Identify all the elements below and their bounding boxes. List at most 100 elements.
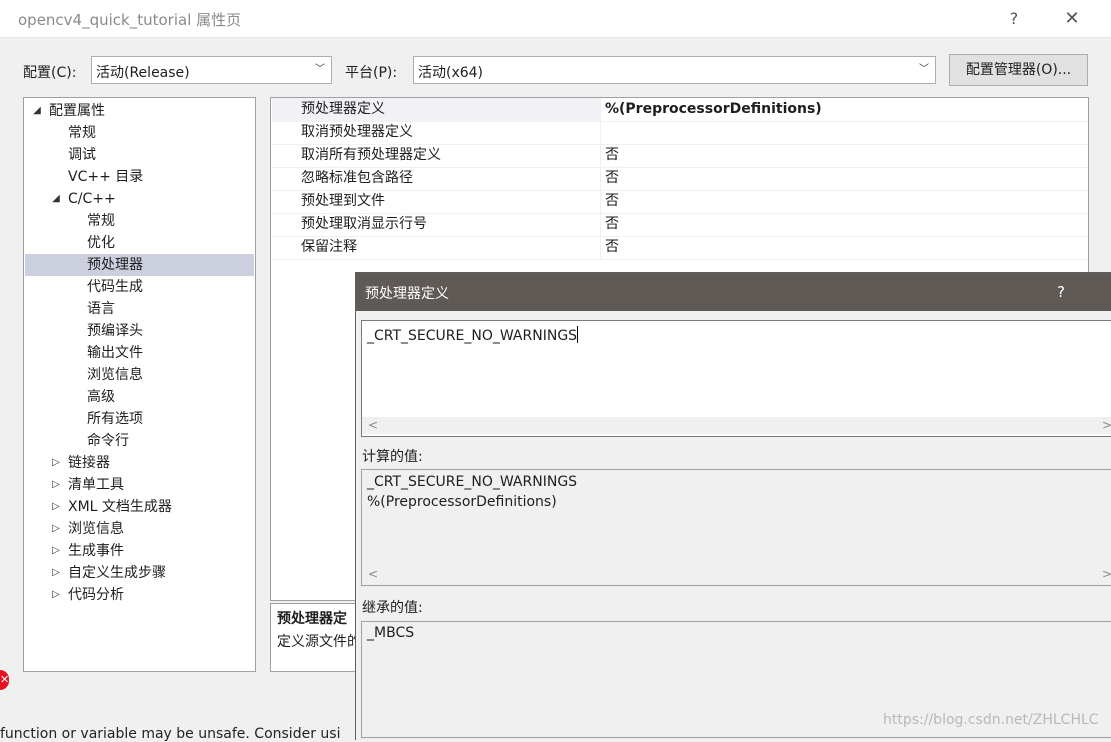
inherited-value-line: _MBCS <box>367 625 415 641</box>
tree-item[interactable]: 代码生成 <box>25 276 254 298</box>
scroll-left-icon[interactable]: < <box>368 417 378 434</box>
tree-item[interactable]: 预编译头 <box>25 320 254 342</box>
chevron-down-icon: ﹀ <box>919 64 929 75</box>
collapsed-arrow-icon[interactable]: ▷ <box>49 452 63 474</box>
collapsed-arrow-icon[interactable]: ▷ <box>49 496 63 518</box>
expanded-arrow-icon[interactable]: ◢ <box>49 188 63 210</box>
tree-item[interactable]: 预处理器 <box>25 254 254 276</box>
tree-item-label: 浏览信息 <box>68 521 124 537</box>
property-name: 预处理器定义 <box>272 98 601 121</box>
tree-item[interactable]: ▷ XML 文档生成器 <box>25 496 254 518</box>
chevron-down-icon: ﹀ <box>315 64 325 75</box>
collapsed-arrow-icon[interactable]: ▷ <box>49 584 63 606</box>
scroll-right-icon[interactable]: > <box>1102 566 1111 583</box>
tree-item-label: 高级 <box>87 389 115 405</box>
tree-item-label: 语言 <box>87 301 115 317</box>
property-row[interactable]: 预处理器定义 %(PreprocessorDefinitions) <box>272 98 1088 122</box>
property-row[interactable]: 忽略标准包含路径否 <box>272 167 1088 191</box>
expanded-arrow-icon[interactable]: ◢ <box>30 100 44 122</box>
tree-item-label: 自定义生成步骤 <box>68 565 166 581</box>
calculated-values-box: _CRT_SECURE_NO_WARNINGS %(PreprocessorDe… <box>361 469 1111 586</box>
tree-item-label: 配置属性 <box>49 103 105 119</box>
collapsed-arrow-icon[interactable]: ▷ <box>49 562 63 584</box>
tree-item[interactable]: ▷ 浏览信息 <box>25 518 254 540</box>
error-icon: ✕ <box>0 670 9 690</box>
tree-item[interactable]: ▷ 链接器 <box>25 452 254 474</box>
calculated-values-label: 计算的值: <box>362 449 423 465</box>
collapsed-arrow-icon[interactable]: ▷ <box>49 518 63 540</box>
tree-item[interactable]: 调试 <box>25 144 254 166</box>
dialog-help-button[interactable]: ? <box>1049 281 1073 303</box>
tree-item[interactable]: ▷ 清单工具 <box>25 474 254 496</box>
tree-item[interactable]: 命令行 <box>25 430 254 452</box>
dialog-title: 预处理器定义 <box>365 286 449 302</box>
property-row[interactable]: 预处理到文件否 <box>272 190 1088 214</box>
tree-item-label: VC++ 目录 <box>68 169 144 185</box>
tree-item[interactable]: VC++ 目录 <box>25 166 254 188</box>
text-caret <box>577 326 579 343</box>
property-name: 忽略标准包含路径 <box>272 167 601 190</box>
definitions-edit-text[interactable]: _CRT_SECURE_NO_WARNINGS <box>367 326 579 344</box>
tree-item[interactable]: ▷ 自定义生成步骤 <box>25 562 254 584</box>
platform-label: 平台(P): <box>345 65 398 81</box>
tree-item-label: 优化 <box>87 235 115 251</box>
property-name: 取消预处理器定义 <box>272 121 601 144</box>
tree-item[interactable]: 输出文件 <box>25 342 254 364</box>
property-name: 预处理取消显示行号 <box>272 213 601 236</box>
tree-item[interactable]: 优化 <box>25 232 254 254</box>
tree-item-label: 清单工具 <box>68 477 124 493</box>
platform-select[interactable]: 活动(x64) ﹀ <box>413 56 936 84</box>
collapsed-arrow-icon[interactable]: ▷ <box>49 474 63 496</box>
property-value[interactable]: %(PreprocessorDefinitions) <box>605 98 822 121</box>
property-value[interactable]: 否 <box>605 236 619 259</box>
inherited-values-label: 继承的值: <box>362 600 423 616</box>
tree-item[interactable]: ▷ 代码分析 <box>25 584 254 606</box>
property-value[interactable]: 否 <box>605 190 619 213</box>
config-select-value: 活动(Release) <box>96 65 190 81</box>
property-row[interactable]: 取消所有预处理器定义否 <box>272 144 1088 168</box>
scroll-left-icon[interactable]: < <box>368 566 378 583</box>
edit-horizontal-scrollbar[interactable]: < > <box>362 417 1111 434</box>
property-value[interactable]: 否 <box>605 213 619 236</box>
tree-item-label: 代码分析 <box>68 587 124 603</box>
calc-horizontal-scrollbar[interactable]: < > <box>362 566 1111 583</box>
tree-item[interactable]: 常规 <box>25 122 254 144</box>
collapsed-arrow-icon[interactable]: ▷ <box>49 540 63 562</box>
tree-item[interactable]: 常规 <box>25 210 254 232</box>
calculated-value-line: _CRT_SECURE_NO_WARNINGS <box>367 474 578 490</box>
configuration-manager-button[interactable]: 配置管理器(O)... <box>949 54 1088 86</box>
tree-item[interactable]: ▷ 生成事件 <box>25 540 254 562</box>
tree-item-label: C/C++ <box>68 191 116 207</box>
tree-item[interactable]: 语言 <box>25 298 254 320</box>
property-value[interactable]: 否 <box>605 144 619 167</box>
tree-item-label: 调试 <box>68 147 96 163</box>
property-name: 预处理到文件 <box>272 190 601 213</box>
definitions-edit-box[interactable]: _CRT_SECURE_NO_WARNINGS < > <box>361 320 1111 437</box>
scroll-right-icon[interactable]: > <box>1102 417 1111 434</box>
calculated-value-line: %(PreprocessorDefinitions) <box>367 494 557 510</box>
description-title: 预处理器定 <box>277 611 347 627</box>
definitions-edit-value: _CRT_SECURE_NO_WARNINGS <box>367 328 578 344</box>
window-title: opencv4_quick_tutorial 属性页 <box>18 11 242 29</box>
tree-item-label: 所有选项 <box>87 411 143 427</box>
tree-item[interactable]: 高级 <box>25 386 254 408</box>
tree-item-label: 链接器 <box>68 455 110 471</box>
preprocessor-definitions-dialog: 预处理器定义 ? _CRT_SECURE_NO_WARNINGS < > 计算的… <box>355 272 1111 740</box>
dialog-titlebar <box>356 273 1111 311</box>
property-value[interactable]: 否 <box>605 167 619 190</box>
tree-item-label: 生成事件 <box>68 543 124 559</box>
property-row[interactable]: 保留注释否 <box>272 236 1088 260</box>
tree-item[interactable]: 所有选项 <box>25 408 254 430</box>
property-tree[interactable]: ◢ 配置属性 常规 调试 VC++ 目录 ◢ C/C++ 常规 优化 预处理器 代码生成 语言 预编译头… <box>23 97 256 672</box>
config-select[interactable]: 活动(Release) ﹀ <box>91 56 332 84</box>
tree-item-label: 预编译头 <box>87 323 143 339</box>
tree-item[interactable]: ◢ 配置属性 <box>25 100 254 122</box>
tree-item[interactable]: 浏览信息 <box>25 364 254 386</box>
tree-item[interactable]: ◢ C/C++ <box>25 188 254 210</box>
property-name: 保留注释 <box>272 236 601 259</box>
close-icon: ✕ <box>1064 8 1080 29</box>
property-row[interactable]: 取消预处理器定义 <box>272 121 1088 145</box>
property-row[interactable]: 预处理取消显示行号否 <box>272 213 1088 237</box>
close-button[interactable]: ✕ <box>1052 6 1092 32</box>
help-button[interactable]: ? <box>996 6 1032 32</box>
